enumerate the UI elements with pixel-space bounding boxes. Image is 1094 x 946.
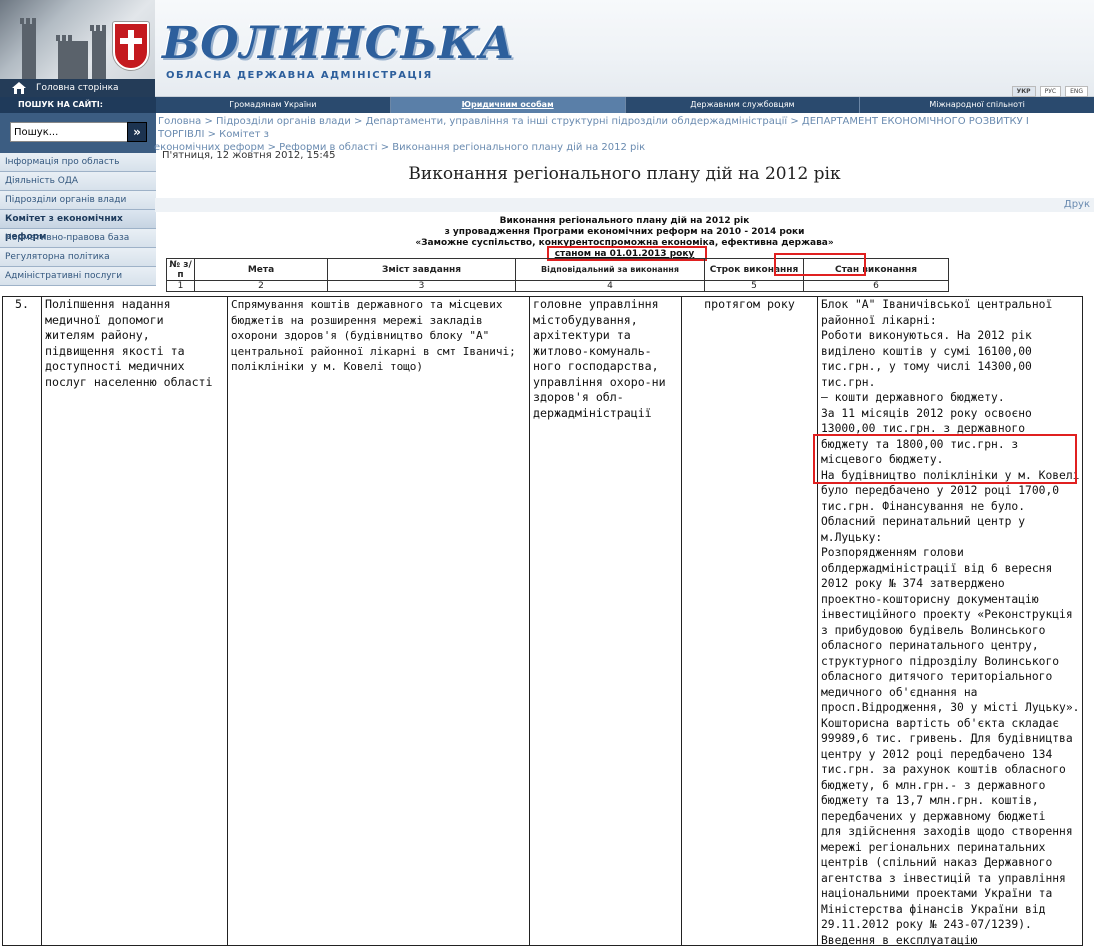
breadcrumb-line-1[interactable]: Головна > Підрозділи органів влади > Деп…	[158, 115, 1048, 141]
lang-rus[interactable]: РУС	[1039, 86, 1062, 97]
print-link[interactable]: Друк	[1064, 199, 1090, 210]
print-bar: Друк	[155, 198, 1094, 212]
sidebar-item-departments[interactable]: Підрозділи органів влади	[0, 191, 156, 210]
col-num-6: 6	[803, 280, 949, 292]
col-header-responsible: Відповідальний за виконання	[515, 258, 705, 281]
sidebar: ПОШУК НА САЙТІ: » Інформація про область…	[0, 97, 156, 297]
row-task: Спрямування коштів державного та місцеви…	[228, 297, 530, 945]
row-status: Блок "А" Іваничівської центральної район…	[821, 298, 1080, 946]
sidebar-item-admin-services[interactable]: Адміністративні послуги	[0, 267, 156, 286]
doc-head-line-2: з упровадження Програми економічних рефо…	[444, 227, 805, 237]
highlight-status-header	[774, 253, 866, 276]
search-title: ПОШУК НА САЙТІ:	[0, 97, 156, 113]
row-term: протягом року	[682, 297, 818, 945]
col-num-3: 3	[327, 280, 516, 292]
castle-photo: Головна сторінка	[0, 0, 155, 97]
search-button[interactable]: »	[127, 122, 147, 142]
col-header-goal: Мета	[194, 258, 328, 281]
col-num-2: 2	[194, 280, 328, 292]
language-switcher: УКР РУС ENG	[1011, 86, 1088, 97]
sidebar-item-oda-activity[interactable]: Діяльність ОДА	[0, 172, 156, 191]
breadcrumb: Головна > Підрозділи органів влади > Деп…	[154, 115, 1048, 154]
sidebar-item-reforms-committee[interactable]: Комітет з економічних реформ	[0, 210, 156, 242]
lang-eng[interactable]: ENG	[1065, 86, 1088, 97]
doc-head-line-1: Виконання регіонального плану дій на 201…	[499, 216, 750, 226]
row-responsible: головне управління містобудування, архіт…	[530, 297, 682, 945]
highlight-polyclinic-note	[813, 434, 1077, 484]
search-panel: »	[0, 113, 156, 153]
row-num: 5.	[3, 297, 42, 945]
home-link-label: Головна сторінка	[36, 83, 119, 93]
site-logo-subtitle: ОБЛАСНА ДЕРЖАВНА АДМІНІСТРАЦІЯ	[166, 70, 433, 81]
topnav-international[interactable]: Міжнародної спільноті	[859, 97, 1094, 113]
page-title: Виконання регіонального плану дій на 201…	[408, 164, 841, 184]
col-header-task: Зміст завдання	[327, 258, 516, 281]
lang-ukr[interactable]: УКР	[1011, 86, 1036, 97]
topnav-citizens[interactable]: Громадянам України	[155, 97, 390, 113]
sidebar-item-regulatory-policy[interactable]: Регуляторна політика	[0, 248, 156, 267]
site-header: Головна сторінка ВОЛИНСЬКА ОБЛАСНА ДЕРЖА…	[0, 0, 1094, 97]
plan-execution-table: 5. Поліпшення надання медичної допомоги …	[2, 296, 1083, 946]
home-icon	[12, 82, 26, 94]
publish-date: П'ятниця, 12 жовтня 2012, 15:45	[162, 150, 336, 161]
site-logo-title: ВОЛИНСЬКА	[162, 18, 516, 69]
home-link[interactable]: Головна сторінка	[0, 79, 155, 97]
sidebar-item-region-info[interactable]: Інформація про область	[0, 153, 156, 172]
top-navigation: Громадянам України Юридичним особам Держ…	[155, 97, 1094, 113]
col-num-4: 4	[515, 280, 705, 292]
sidebar-item-legal-base[interactable]: Нормативно-правова база	[0, 229, 156, 248]
col-num-1: 1	[166, 280, 195, 292]
row-goal: Поліпшення надання медичної допомоги жит…	[42, 297, 228, 945]
col-num-5: 5	[704, 280, 804, 292]
search-input[interactable]	[10, 122, 128, 142]
col-header-num: № з/п	[166, 258, 195, 281]
coat-of-arms-icon	[113, 22, 149, 70]
topnav-civil-servants[interactable]: Державним службовцям	[624, 97, 860, 113]
topnav-legal-entities[interactable]: Юридичним особам	[389, 97, 625, 113]
